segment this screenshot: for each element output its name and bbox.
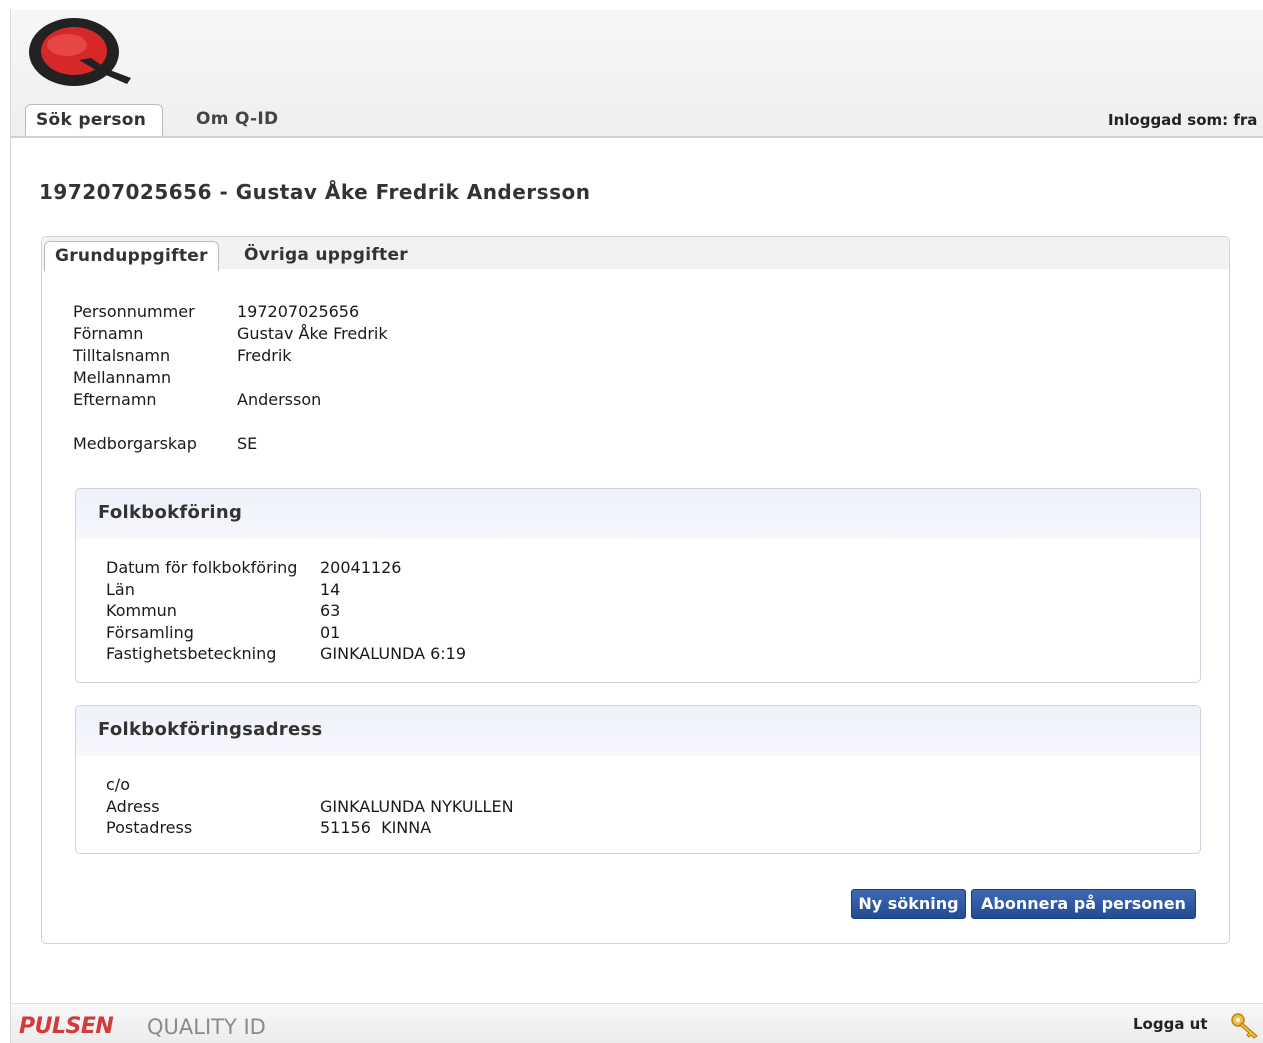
detail-label: Kommun	[106, 601, 177, 620]
field-value: Gustav Åke Fredrik	[237, 324, 388, 343]
detail-value: 14	[320, 579, 341, 599]
field-row: Mellannamn	[73, 367, 388, 389]
field-row: Medborgarskap SE	[73, 433, 388, 455]
page: Sök person Om Q-ID Inloggad som: fra 197…	[10, 10, 1263, 1043]
footer: PULSEN QUALITY ID Logga ut	[11, 1003, 1263, 1043]
panel-tabbar: Grunduppgifter Övriga uppgifter	[42, 237, 1229, 271]
detail-row: Adress GINKALUNDA NYKULLEN	[106, 796, 514, 818]
field-value: SE	[237, 434, 258, 453]
pulsen-brand: PULSEN	[19, 1014, 114, 1039]
detail-row: c/o	[106, 774, 514, 796]
field-row: Personnummer 197207025656	[73, 301, 388, 323]
field-label: Tilltalsnamn	[73, 346, 171, 365]
nav-divider	[11, 136, 1263, 138]
detail-label: Postadress	[106, 818, 193, 837]
q-logo	[29, 18, 131, 86]
tab-om-qid[interactable]: Om Q-ID	[186, 104, 288, 137]
new-search-button[interactable]: Ny sökning	[851, 889, 966, 919]
tab-ovriga-uppgifter[interactable]: Övriga uppgifter	[234, 241, 418, 271]
detail-value: 51156 KINNA	[320, 818, 432, 837]
detail-value: 01	[320, 622, 341, 642]
folkbokforing-heading: Folkbokföring	[76, 489, 1200, 539]
detail-row: Datum för folkbokföring 20041126	[106, 557, 466, 579]
field-value: 197207025656	[237, 302, 360, 321]
field-label: Förnamn	[73, 324, 144, 343]
product-name: QUALITY ID	[147, 1015, 266, 1039]
header-band: Sök person Om Q-ID Inloggad som: fra	[11, 10, 1263, 138]
detail-value: 20041126	[320, 558, 402, 577]
subscribe-button[interactable]: Abonnera på personen	[971, 889, 1196, 919]
logged-in-user: Inloggad som: fra	[1108, 111, 1258, 129]
field-label: Medborgarskap	[73, 434, 197, 453]
detail-row: Fastighetsbeteckning GINKALUNDA 6:19	[106, 643, 466, 665]
folkbokforing-details: Datum för folkbokföring 20041126 Län 14 Ko…	[106, 557, 466, 665]
detail-label: Datum för folkbokföring	[106, 558, 298, 577]
detail-row: Län 14	[106, 579, 466, 601]
detail-label: Fastighetsbeteckning	[106, 644, 277, 663]
detail-label: Församling	[106, 622, 194, 642]
field-label: Mellannamn	[73, 368, 172, 387]
detail-row: Postadress 51156 KINNA	[106, 817, 514, 839]
field-value: Fredrik	[237, 346, 292, 365]
tab-grunduppgifter[interactable]: Grunduppgifter	[44, 241, 219, 271]
field-label: Efternamn	[73, 390, 157, 409]
person-fields: Personnummer 197207025656 Förnamn Gustav Å…	[73, 301, 388, 455]
detail-label: Län	[106, 579, 135, 599]
page-title: 197207025656 - Gustav Åke Fredrik Anders…	[39, 180, 591, 204]
tab-sok-person[interactable]: Sök person	[25, 104, 163, 138]
field-row: Tilltalsnamn Fredrik	[73, 345, 388, 367]
detail-label: c/o	[106, 775, 130, 794]
adress-box: Folkbokföringsadress c/o Adress GINKALUND…	[75, 705, 1201, 854]
detail-value: GINKALUNDA 6:19	[320, 644, 467, 663]
logout-link[interactable]: Logga ut	[1133, 1015, 1208, 1033]
detail-row: Församling 01	[106, 622, 466, 644]
person-panel: Grunduppgifter Övriga uppgifter Personnu…	[41, 236, 1230, 944]
key-icon[interactable]	[1229, 1010, 1263, 1040]
field-value: Andersson	[237, 390, 322, 409]
folkbokforing-box: Folkbokföring Datum för folkbokföring 200…	[75, 488, 1201, 683]
detail-label: Adress	[106, 796, 160, 816]
adress-details: c/o Adress GINKALUNDA NYKULLEN Postadress…	[106, 774, 514, 839]
detail-row: Kommun 63	[106, 600, 466, 622]
field-row: Efternamn Andersson	[73, 389, 388, 411]
detail-value: GINKALUNDA NYKULLEN	[320, 796, 514, 816]
field-row: Förnamn Gustav Åke Fredrik	[73, 323, 388, 345]
adress-heading: Folkbokföringsadress	[76, 706, 1200, 756]
detail-value: 63	[320, 601, 341, 620]
field-label: Personnummer	[73, 302, 195, 321]
